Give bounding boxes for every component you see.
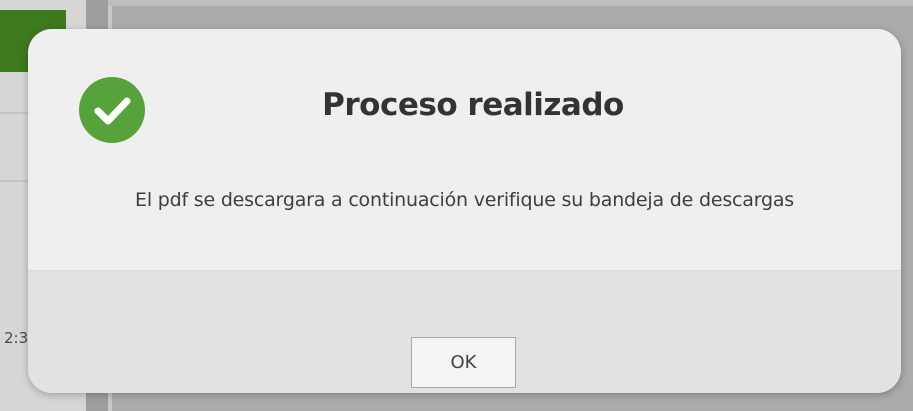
success-dialog: Proceso realizado El pdf se descargara a… bbox=[28, 29, 901, 393]
ok-button[interactable]: OK bbox=[411, 337, 516, 388]
dialog-footer: OK bbox=[28, 270, 901, 393]
background-time-fragment: 2:3 bbox=[4, 329, 29, 347]
screen: 2:3 Proceso realizado El pdf se descarga… bbox=[0, 0, 913, 411]
dialog-message: El pdf se descargara a continuación veri… bbox=[135, 189, 794, 211]
dialog-body: Proceso realizado El pdf se descargara a… bbox=[28, 29, 901, 270]
dialog-title: Proceso realizado bbox=[322, 87, 624, 123]
check-circle-icon bbox=[79, 77, 145, 143]
